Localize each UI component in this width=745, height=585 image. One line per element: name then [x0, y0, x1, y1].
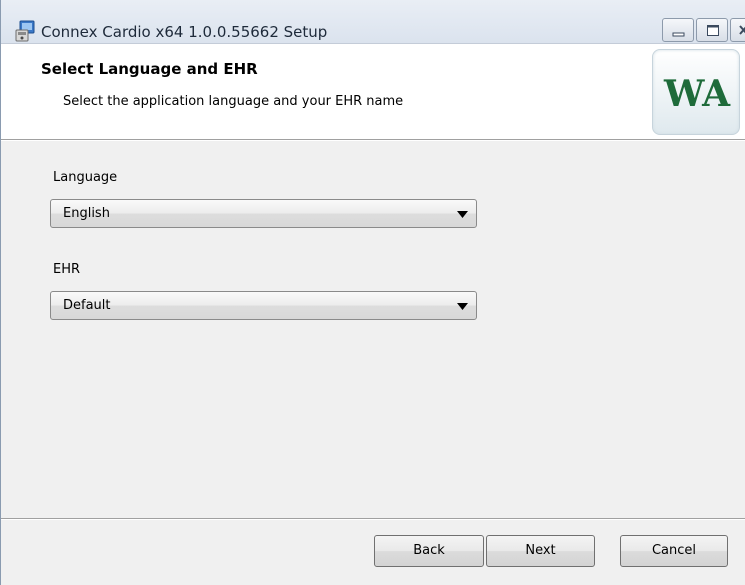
ehr-label: EHR: [53, 262, 81, 277]
page-subtitle: Select the application language and your…: [63, 94, 404, 109]
back-button[interactable]: Back: [374, 535, 484, 567]
language-select[interactable]: English: [50, 199, 477, 228]
footer-divider-highlight: [1, 519, 745, 520]
title-bar[interactable]: Connex Cardio x64 1.0.0.55662 Setup: [1, 0, 745, 44]
minimize-button[interactable]: [662, 18, 694, 42]
maximize-icon: [707, 25, 719, 36]
setup-window: Connex Cardio x64 1.0.0.55662 Setup Sele…: [0, 0, 745, 585]
ehr-select[interactable]: Default: [50, 291, 477, 320]
maximize-button[interactable]: [696, 18, 728, 42]
language-label: Language: [53, 170, 118, 185]
close-button[interactable]: [730, 18, 745, 42]
chevron-down-icon: [457, 303, 468, 310]
language-select-value: English: [63, 206, 110, 221]
company-logo: WA: [652, 49, 740, 135]
logo-text: WA: [663, 73, 731, 115]
cancel-button[interactable]: Cancel: [620, 535, 728, 567]
next-button[interactable]: Next: [486, 535, 595, 567]
header-banner: Select Language and EHR Select the appli…: [1, 44, 745, 140]
page-title: Select Language and EHR: [41, 60, 258, 78]
window-title: Connex Cardio x64 1.0.0.55662 Setup: [41, 23, 328, 41]
banner-divider: [1, 140, 745, 141]
close-icon: [739, 25, 745, 35]
ehr-select-value: Default: [63, 298, 111, 313]
installer-icon: [14, 20, 36, 42]
chevron-down-icon: [457, 211, 468, 218]
minimize-icon: [672, 32, 685, 37]
